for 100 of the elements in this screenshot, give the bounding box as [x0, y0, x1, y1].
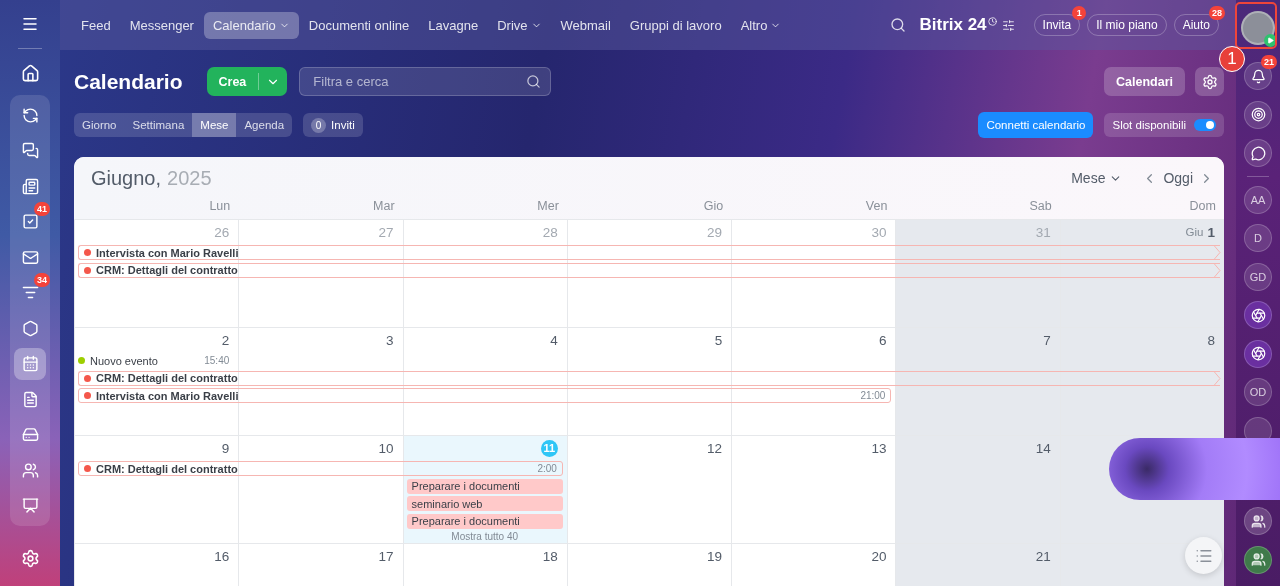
step-number-badge: 1 [1219, 46, 1245, 72]
view-tab[interactable]: Giorno [74, 113, 125, 137]
aperture-icon[interactable] [1244, 301, 1272, 329]
group-avatar-icon[interactable] [1244, 545, 1272, 574]
day-number: 18 [542, 548, 558, 564]
count-badge: 34 [34, 272, 50, 287]
month-prefix: Giu [1185, 226, 1204, 238]
event-title: Intervista con Mario Ravelli [96, 389, 239, 402]
day-number: 1 [1207, 224, 1215, 240]
today-button[interactable]: Oggi [1163, 170, 1193, 186]
nav-link[interactable]: Webmail [551, 11, 620, 39]
day-number: 2 [221, 332, 230, 348]
day-number: 4 [550, 332, 558, 348]
search-icon[interactable] [890, 17, 907, 33]
clock-icon [987, 16, 997, 26]
event-time: 15:40 [204, 355, 230, 367]
weekday-label: Gio [702, 199, 725, 215]
chat-icon[interactable] [1244, 139, 1272, 167]
day-number: 8 [1207, 332, 1215, 348]
nav-link[interactable]: Feed [72, 11, 120, 39]
target-icon[interactable] [1244, 100, 1272, 129]
nav-link[interactable]: Altro [731, 11, 791, 39]
month-title: Giugno, [91, 166, 162, 190]
view-tab[interactable]: Mese [192, 113, 237, 137]
calendar-event[interactable]: CRM: Dettagli del contratto [78, 262, 1220, 278]
avatar-initials[interactable]: D [1244, 224, 1272, 252]
day-number: 12 [707, 440, 723, 456]
day-number: 30 [871, 224, 887, 240]
event-time: 21:00 [860, 390, 886, 402]
weekday-label: Lun [208, 199, 232, 215]
event-title: Intervista con Mario Ravelli [96, 246, 239, 259]
aperture-icon[interactable] [1244, 339, 1272, 368]
count-badge: 21 [1261, 55, 1277, 69]
calendars-button[interactable]: Calendari [1104, 67, 1185, 96]
invites-button[interactable]: 0 Inviti [303, 113, 363, 137]
event-title: CRM: Dettagli del contratto [96, 462, 238, 475]
nav-link[interactable]: Drive [488, 11, 551, 39]
event-title: Preparare i documenti [411, 480, 520, 493]
count-badge: 1 [1072, 6, 1087, 20]
invites-label: Inviti [331, 119, 355, 131]
nav-link[interactable]: Lavagne [419, 11, 488, 39]
day-number: 26 [214, 224, 230, 240]
day-number: 7 [1043, 332, 1051, 348]
day-number: 13 [871, 440, 887, 456]
view-select[interactable]: Mese [1071, 170, 1123, 186]
page-title: Calendario [74, 69, 183, 94]
event-title: Preparare i documenti [411, 515, 520, 528]
calendar-event[interactable]: Nuovo evento 15:40 [78, 353, 235, 369]
avatar-initials[interactable]: OD [1244, 378, 1272, 406]
day-number: 5 [714, 332, 723, 348]
day-number: 27 [378, 224, 394, 240]
weekday-label: Mar [372, 199, 396, 215]
day-number: 21 [1035, 548, 1051, 564]
gear-icon [1201, 73, 1218, 90]
calendar-event[interactable]: CRM: Dettagli del contratto 2:00 [78, 461, 563, 477]
nav-link[interactable]: Gruppi di lavoro [620, 11, 731, 39]
count-badge: 41 [34, 201, 50, 216]
event-title: Nuovo evento [90, 354, 158, 367]
avatar-initials[interactable]: AA [1244, 185, 1272, 214]
weekday-label: Sab [1028, 199, 1053, 215]
calendar-event[interactable]: Intervista con Mario Ravelli [78, 245, 1220, 261]
group-avatar-icon[interactable] [1244, 507, 1272, 535]
day-number: 19 [707, 548, 723, 564]
nav-link[interactable]: Documenti online [299, 11, 419, 39]
day-number: 29 [707, 224, 723, 240]
calendar-icon[interactable] [14, 347, 46, 380]
day-number: 6 [878, 332, 887, 348]
avatar-initials[interactable]: GD [1244, 262, 1272, 291]
logo: Bitrix 24 [919, 15, 987, 35]
day-number: 17 [378, 548, 394, 564]
day-number: 28 [542, 224, 558, 240]
day-number: 3 [386, 332, 394, 348]
search-icon[interactable] [526, 74, 542, 89]
event-title: CRM: Dettagli del contratto [96, 264, 238, 277]
day-number: 10 [378, 440, 394, 456]
slots-label: Slot disponibili [1112, 119, 1186, 131]
day-number: 20 [871, 548, 887, 564]
settings-button[interactable] [1195, 67, 1224, 96]
sliders-icon[interactable] [1001, 18, 1015, 32]
avatar-placeholder[interactable] [1241, 11, 1275, 45]
event-title: seminario web [411, 497, 483, 510]
toggle-switch[interactable] [1194, 119, 1216, 131]
day-number: 16 [214, 548, 230, 564]
weekday-label: Dom [1188, 199, 1217, 215]
view-tab[interactable]: Settimana [124, 113, 193, 137]
nav-link[interactable]: Calendario [203, 11, 299, 39]
day-number: 9 [221, 440, 230, 456]
calendar-event[interactable]: Intervista con Mario Ravelli 21:00 [78, 388, 892, 404]
annotation-frame [1235, 2, 1277, 49]
nav-link[interactable]: Messenger [120, 11, 203, 39]
count-badge: 0 [311, 117, 327, 133]
event-time: 2:00 [537, 463, 557, 475]
day-number: 31 [1035, 224, 1051, 240]
weekday-label: Mer [536, 199, 560, 215]
count-badge: 28 [1209, 6, 1225, 20]
calendar-event[interactable]: seminario web [406, 496, 563, 512]
weekday-label: Ven [864, 199, 889, 215]
year-title: 2025 [167, 166, 212, 190]
view-tab[interactable]: Agenda [236, 113, 293, 137]
calendar-event[interactable]: CRM: Dettagli del contratto [78, 370, 1220, 386]
